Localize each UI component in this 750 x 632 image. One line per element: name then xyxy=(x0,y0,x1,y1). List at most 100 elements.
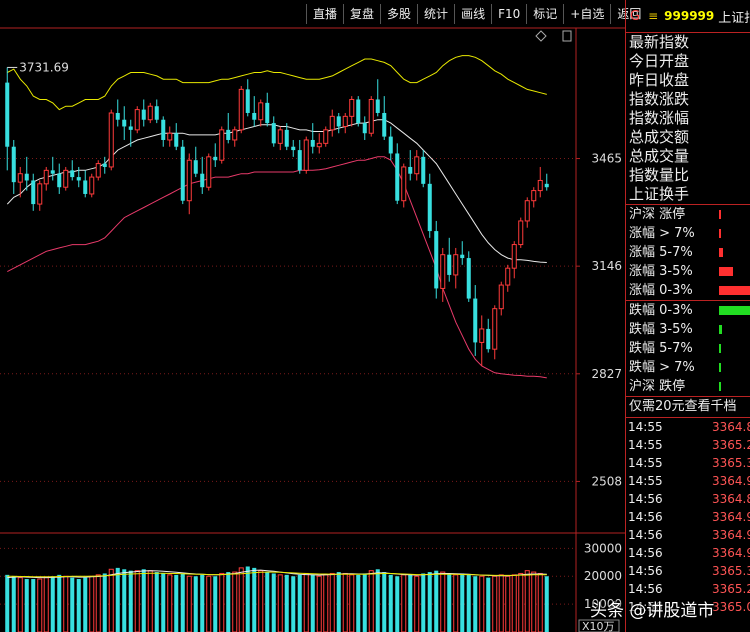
candle-body xyxy=(57,173,62,188)
menu-icon[interactable]: ≡ xyxy=(648,9,658,23)
breadth-down-list: 跌幅 0-3% 跌幅 3-5% 跌幅 5-7% 跌幅 > 7% 沪深 跌停 xyxy=(626,301,750,396)
tick-row: 14:56 3364.9 xyxy=(626,526,750,544)
tick-time: 14:56 xyxy=(628,546,663,560)
tick-time: 14:55 xyxy=(628,474,663,488)
candle-body xyxy=(167,132,173,141)
candle-body xyxy=(232,129,238,141)
toolbar-button-0[interactable]: 直播 xyxy=(306,4,343,24)
volume-bar xyxy=(498,574,504,632)
volume-bar xyxy=(277,574,283,632)
candle-body xyxy=(291,146,296,151)
volume-bar xyxy=(447,573,452,632)
promo-link[interactable]: 仅需20元查看千档 xyxy=(626,396,750,418)
breadth-row: 涨幅 5-7% xyxy=(626,243,750,262)
volume-bar xyxy=(102,573,107,632)
breadth-bar xyxy=(719,286,750,295)
volume-bar xyxy=(440,571,446,632)
volume-bar xyxy=(37,578,43,632)
volume-bar xyxy=(342,572,348,632)
volume-bar xyxy=(31,579,36,632)
candle-body xyxy=(362,123,367,134)
volume-bar xyxy=(427,572,432,632)
option-icon xyxy=(562,30,572,42)
candle-body xyxy=(83,180,88,194)
price-tick-label: 3146 xyxy=(591,259,622,273)
volume-bar xyxy=(537,572,543,632)
volume-bar xyxy=(518,572,524,632)
volume-bar xyxy=(329,572,335,632)
volume-bar xyxy=(147,570,153,632)
tick-price: 3364.8 xyxy=(712,492,750,506)
candle-body xyxy=(297,150,302,171)
toolbar-button-4[interactable]: 画线 xyxy=(454,4,491,24)
candle-body xyxy=(174,133,179,147)
field-label: 总成交额 xyxy=(629,128,690,146)
candle-body xyxy=(382,112,387,137)
price-tick-label: 3465 xyxy=(591,152,622,166)
breadth-bar xyxy=(719,267,733,276)
tick-time: 14:56 xyxy=(628,528,663,542)
candle-body xyxy=(492,308,498,350)
candle-body xyxy=(245,89,250,113)
candle-body xyxy=(303,139,309,171)
volume-bar xyxy=(108,568,114,632)
breadth-row: 沪深 涨停 xyxy=(626,205,750,224)
volume-bar xyxy=(479,575,485,632)
toolbar-button-7[interactable]: +自选 xyxy=(563,4,610,24)
candle-body xyxy=(238,88,244,131)
tick-row: 14:55 3365.3 xyxy=(626,454,750,472)
breadth-label: 跌幅 0-3% xyxy=(629,303,693,318)
candle-body xyxy=(277,129,283,144)
toolbar-button-6[interactable]: 标记 xyxy=(526,4,563,24)
volume-bar xyxy=(349,574,355,632)
candle-body xyxy=(219,129,225,161)
candle-body xyxy=(518,220,524,246)
candle-body xyxy=(368,98,374,134)
watermark-text: 头条 @讲股道市 xyxy=(590,601,715,621)
toolbar-button-3[interactable]: 统计 xyxy=(417,4,454,24)
breadth-label: 涨幅 > 7% xyxy=(629,226,695,241)
volume-bar xyxy=(265,572,270,632)
volume-bar xyxy=(17,577,23,632)
volume-bar xyxy=(395,576,400,632)
candle-body xyxy=(180,146,185,201)
candle-body xyxy=(206,156,212,188)
diamond-icon xyxy=(535,30,547,42)
toolbar-button-5[interactable]: F10 xyxy=(491,4,526,24)
volume-bar xyxy=(252,567,257,632)
field-label: 指数涨跌 xyxy=(629,90,690,108)
toolbar-button-1[interactable]: 复盘 xyxy=(343,4,380,24)
candle-layer xyxy=(5,67,549,367)
volume-bar xyxy=(291,576,296,632)
volume-bar xyxy=(193,576,198,632)
candle-body xyxy=(349,98,355,117)
volume-bar xyxy=(284,574,289,632)
tick-price: 3364.8 xyxy=(712,420,750,434)
breadth-row: 跌幅 3-5% xyxy=(626,320,750,339)
candle-body xyxy=(50,170,55,174)
tick-time: 14:56 xyxy=(628,510,663,524)
candle-body xyxy=(89,176,95,195)
volume-bar xyxy=(232,571,238,632)
tick-price: 3364.9 xyxy=(712,528,750,542)
candle-body xyxy=(414,156,420,175)
candle-body xyxy=(102,163,107,167)
volume-bar xyxy=(258,570,264,632)
volume-bar xyxy=(141,569,146,632)
volume-bar xyxy=(200,574,205,632)
field-label: 上证换手 xyxy=(629,185,690,203)
volume-bar xyxy=(11,576,16,632)
candle-body xyxy=(544,183,549,188)
volume-bar xyxy=(486,577,491,632)
candle-body xyxy=(537,179,543,192)
mid-band-line xyxy=(6,119,547,263)
candle-body xyxy=(329,115,335,131)
tick-row: 14:56 3365.3 xyxy=(626,562,750,580)
volume-bar xyxy=(505,575,511,632)
volume-bar xyxy=(238,567,244,632)
toolbar-button-2[interactable]: 多股 xyxy=(380,4,417,24)
breadth-label: 沪深 跌停 xyxy=(629,379,686,394)
candle-body xyxy=(395,153,400,201)
tick-row: 14:56 3364.9 xyxy=(626,544,750,562)
volume-bar xyxy=(154,572,159,632)
